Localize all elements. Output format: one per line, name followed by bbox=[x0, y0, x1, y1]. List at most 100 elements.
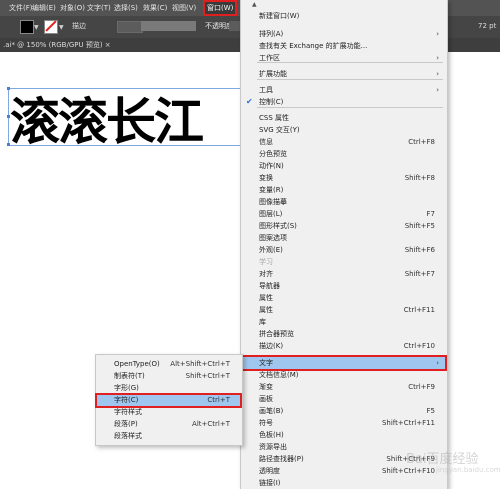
menu-item-shortcut: Ctrl+F8 bbox=[408, 138, 435, 146]
menu-file[interactable]: 文件(F) bbox=[9, 2, 33, 14]
menu-item-label: 新建窗口(W) bbox=[259, 12, 300, 20]
watermark-logo: Bai百度经验 jingyan.baidu.com bbox=[376, 430, 500, 480]
submenu-item-shortcut: Ctrl+T bbox=[207, 396, 230, 404]
menu-item-label: CSS 属性 bbox=[259, 114, 289, 122]
close-icon[interactable]: × bbox=[105, 41, 111, 49]
window-menu-item[interactable]: 图形样式(S) Shift+F5 bbox=[243, 220, 445, 232]
menu-item-label: 拼合器预览 bbox=[259, 330, 294, 338]
window-menu-item[interactable]: 描边(K) Ctrl+F10 bbox=[243, 340, 445, 352]
chevron-down-icon[interactable]: ▼ bbox=[34, 24, 39, 31]
menu-item-label: 图形样式(S) bbox=[259, 222, 297, 230]
window-menu-item[interactable]: 图案选项 bbox=[243, 232, 445, 244]
menu-window[interactable]: 窗口(W) bbox=[202, 0, 238, 16]
window-menu-item[interactable]: 排列(A) › bbox=[243, 28, 445, 40]
window-menu-item[interactable]: 新建窗口(W) bbox=[243, 10, 445, 22]
submenu-arrow-icon: › bbox=[436, 359, 439, 367]
menu-item-label: 排列(A) bbox=[259, 30, 284, 38]
menu-item-label: 图像描摹 bbox=[259, 198, 287, 206]
submenu-arrow-icon: › bbox=[436, 30, 439, 38]
window-menu-item[interactable]: 导航器 bbox=[243, 280, 445, 292]
window-menu-item[interactable]: 图层(L) F7 bbox=[243, 208, 445, 220]
menu-separator bbox=[257, 107, 443, 108]
submenu-item-shortcut: Alt+Ctrl+T bbox=[192, 420, 230, 428]
window-menu-item[interactable]: 变量(R) bbox=[243, 184, 445, 196]
submenu-item-label: 字符(C) bbox=[114, 396, 139, 404]
menu-item-shortcut: Shift+F5 bbox=[404, 222, 435, 230]
window-menu-item[interactable]: 对齐 Shift+F7 bbox=[243, 268, 445, 280]
window-menu-item[interactable]: 外观(E) Shift+F6 bbox=[243, 244, 445, 256]
variable-width-profile[interactable] bbox=[141, 21, 196, 31]
type-submenu-item[interactable]: OpenType(O) Alt+Shift+Ctrl+T bbox=[97, 359, 240, 370]
menu-item-shortcut: Shift+F6 bbox=[404, 246, 435, 254]
window-menu-item[interactable]: 变换 Shift+F8 bbox=[243, 172, 445, 184]
scroll-up-icon[interactable]: ▲ bbox=[252, 1, 257, 8]
menu-item-shortcut: Shift+F7 bbox=[404, 270, 435, 278]
menu-item-shortcut: Shift+Ctrl+F11 bbox=[381, 419, 435, 427]
menu-item-label: SVG 交互(Y) bbox=[259, 126, 300, 134]
submenu-item-label: 制表符(T) bbox=[114, 372, 145, 380]
window-menu-item[interactable]: 属性 Ctrl+F11 bbox=[243, 304, 445, 316]
type-submenu-item[interactable]: 字符(C) Ctrl+T bbox=[95, 393, 242, 408]
type-submenu-item[interactable]: 字符样式 bbox=[97, 407, 240, 418]
type-submenu-item[interactable]: 段落样式 bbox=[97, 431, 240, 442]
menu-item-shortcut: Shift+F8 bbox=[404, 174, 435, 182]
window-menu-item[interactable]: 符号 Shift+Ctrl+F11 bbox=[243, 417, 445, 429]
canvas-text[interactable]: 滚滚长江 bbox=[10, 82, 204, 154]
window-menu-item[interactable]: 文字 › bbox=[241, 355, 447, 371]
menu-effect[interactable]: 效果(C) bbox=[143, 2, 167, 14]
menu-item-label: 信息 bbox=[259, 138, 273, 146]
menu-item-shortcut: Ctrl+F9 bbox=[408, 383, 435, 391]
menu-view[interactable]: 视图(V) bbox=[172, 2, 196, 14]
menu-item-label: 库 bbox=[259, 318, 266, 326]
window-menu-item[interactable]: 查找有关 Exchange 的扩展功能... bbox=[243, 40, 445, 52]
window-menu-dropdown: ▲ 新建窗口(W) 排列(A) › 查找有关 Exchange 的扩展功能... 工作区… bbox=[240, 0, 448, 489]
window-menu-item[interactable]: 分色预览 bbox=[243, 148, 445, 160]
chevron-down-icon[interactable]: ▼ bbox=[59, 24, 64, 31]
menu-item-label: 色板(H) bbox=[259, 431, 284, 439]
fill-swatch[interactable] bbox=[20, 20, 34, 34]
menu-object[interactable]: 对象(O) bbox=[60, 2, 85, 14]
submenu-item-shortcut: Shift+Ctrl+T bbox=[185, 372, 230, 380]
stroke-weight-input[interactable] bbox=[117, 21, 143, 33]
window-menu-item[interactable]: 文档信息(M) bbox=[243, 369, 445, 381]
stroke-label: 描边 bbox=[72, 22, 86, 30]
menu-edit[interactable]: 编辑(E) bbox=[32, 2, 56, 14]
type-submenu-item[interactable]: 字形(G) bbox=[97, 383, 240, 394]
menu-item-label: 画笔(B) bbox=[259, 407, 284, 415]
window-menu-item[interactable]: 库 bbox=[243, 316, 445, 328]
window-menu-item[interactable]: 渐变 Ctrl+F9 bbox=[243, 381, 445, 393]
submenu-item-label: 段落样式 bbox=[114, 432, 142, 440]
window-menu-item[interactable]: 信息 Ctrl+F8 bbox=[243, 136, 445, 148]
window-menu-item[interactable]: 拼合器预览 bbox=[243, 328, 445, 340]
window-menu-item[interactable]: 工具 › bbox=[243, 84, 445, 96]
anchor-point[interactable] bbox=[7, 87, 10, 90]
window-menu-item[interactable]: 属性 bbox=[243, 292, 445, 304]
anchor-point[interactable] bbox=[7, 115, 10, 118]
window-menu-item[interactable]: 画板 bbox=[243, 393, 445, 405]
window-menu-item[interactable]: 图像描摹 bbox=[243, 196, 445, 208]
checkmark-icon: ✔ bbox=[246, 97, 253, 106]
anchor-point[interactable] bbox=[7, 143, 10, 146]
menu-item-label: 透明度 bbox=[259, 467, 280, 475]
menu-item-label: 描边(K) bbox=[259, 342, 284, 350]
menu-item-label: 分色预览 bbox=[259, 150, 287, 158]
menu-item-label: 符号 bbox=[259, 419, 273, 427]
menu-separator bbox=[257, 79, 443, 80]
menu-item-label: 学习 bbox=[259, 258, 273, 266]
menu-item-label: 外观(E) bbox=[259, 246, 283, 254]
menu-item-shortcut: F7 bbox=[426, 210, 435, 218]
menu-item-label: 属性 bbox=[259, 306, 273, 314]
menu-item-label: 变量(R) bbox=[259, 186, 284, 194]
window-menu-item[interactable]: 动作(N) bbox=[243, 160, 445, 172]
menu-select[interactable]: 选择(S) bbox=[114, 2, 138, 14]
font-size-value[interactable]: 72 pt bbox=[478, 20, 496, 32]
window-menu-item[interactable]: 画笔(B) F5 bbox=[243, 405, 445, 417]
submenu-item-label: OpenType(O) bbox=[114, 360, 160, 368]
window-menu-item[interactable]: SVG 交互(Y) bbox=[243, 124, 445, 136]
window-menu-item: 学习 bbox=[243, 256, 445, 268]
type-submenu-item[interactable]: 制表符(T) Shift+Ctrl+T bbox=[97, 371, 240, 382]
menu-type[interactable]: 文字(T) bbox=[87, 2, 111, 14]
window-menu-item[interactable]: CSS 属性 bbox=[243, 112, 445, 124]
type-submenu-item[interactable]: 段落(P) Alt+Ctrl+T bbox=[97, 419, 240, 430]
document-tab[interactable]: .ai* @ 150% (RGB/GPU 预览) × bbox=[0, 38, 114, 52]
